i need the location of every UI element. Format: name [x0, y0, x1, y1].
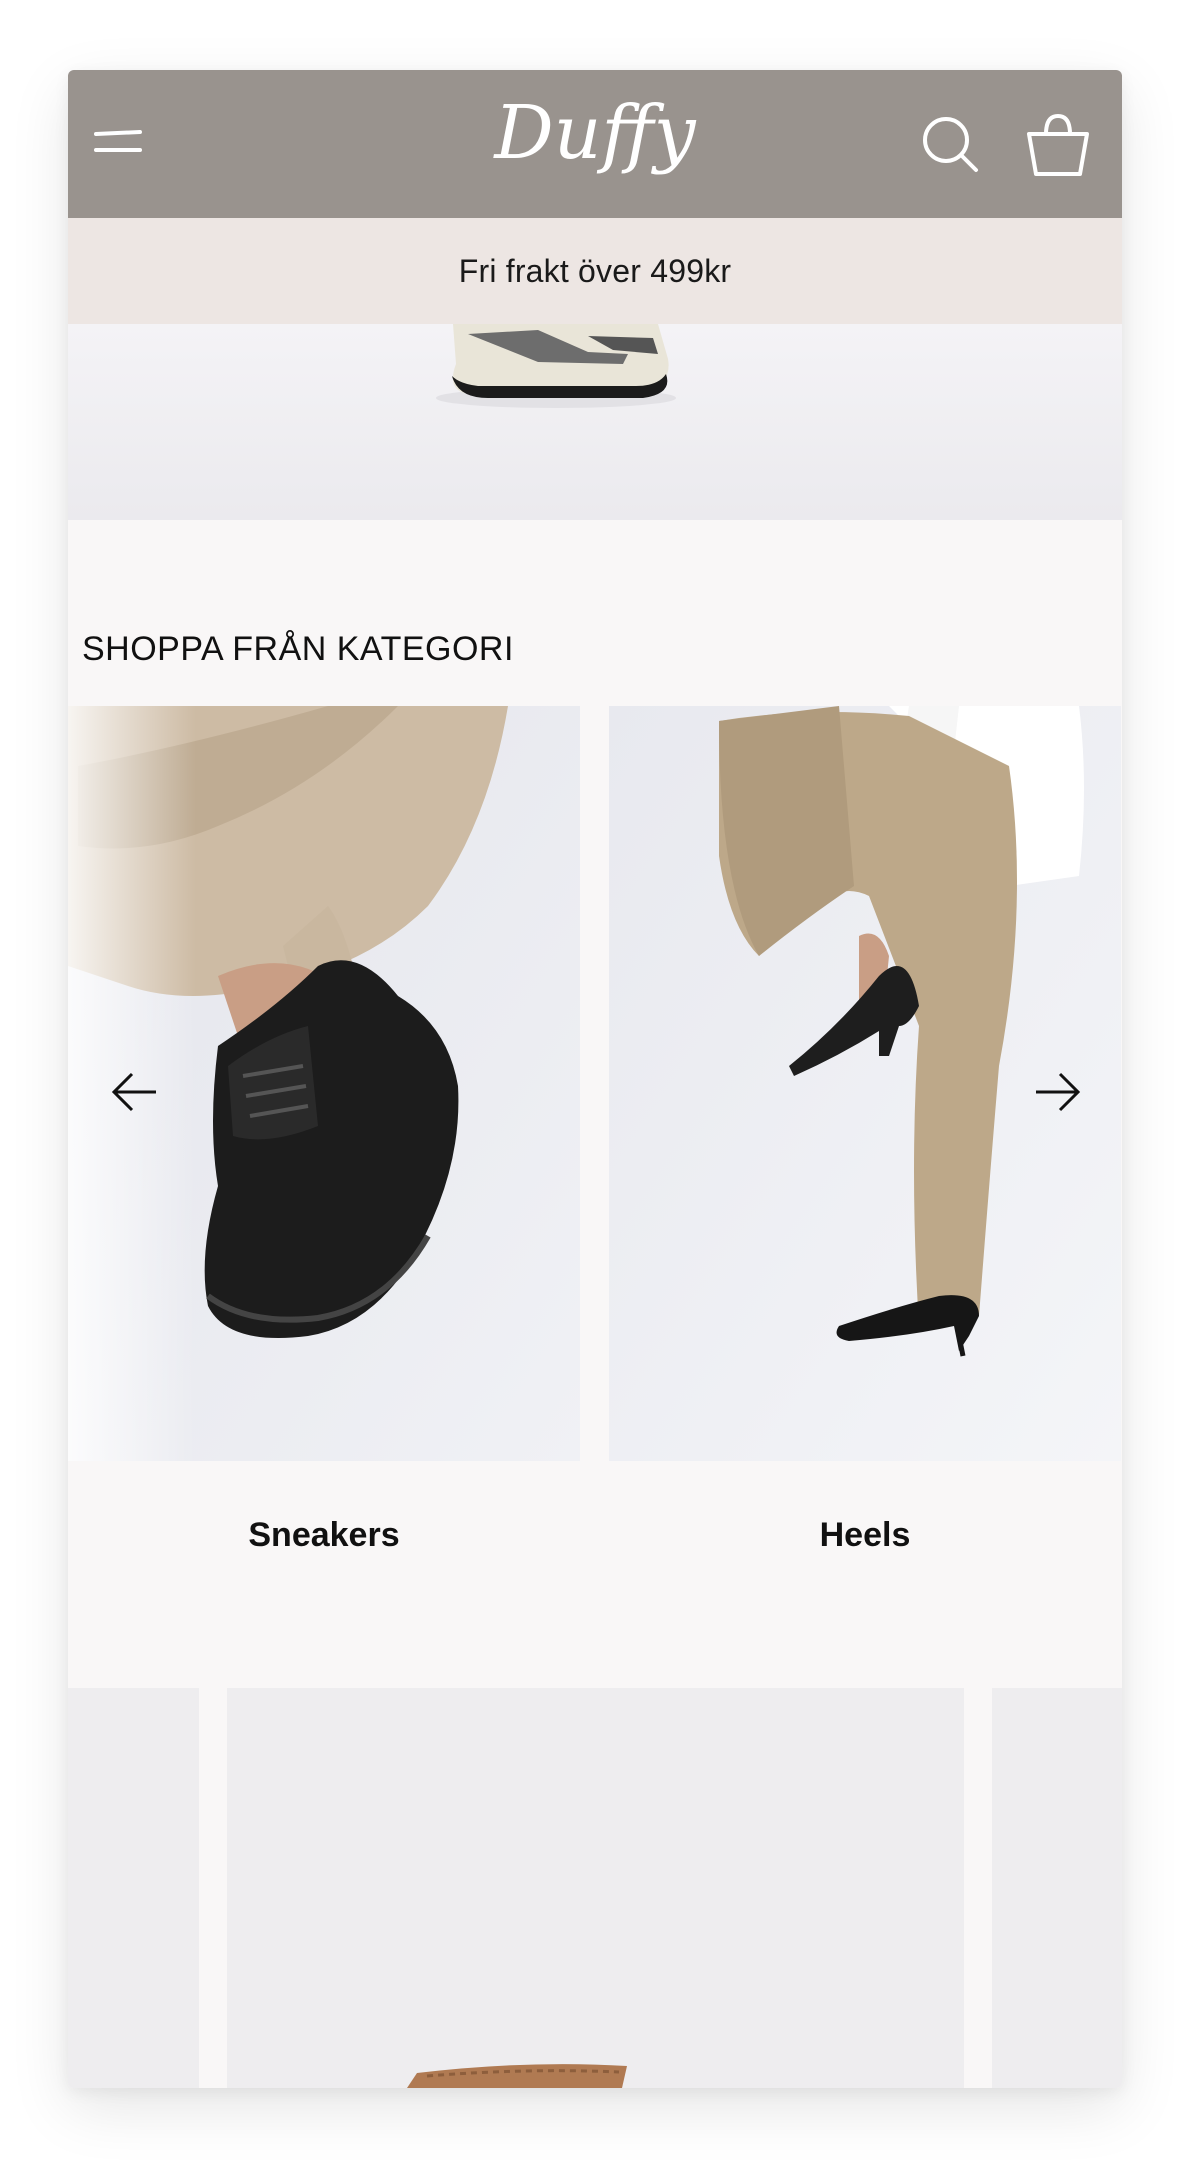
- product-image: [407, 2064, 627, 2088]
- carousel-prev-button[interactable]: [104, 1060, 168, 1124]
- arrow-right-icon: [1036, 1072, 1081, 1112]
- announcement-text: Fri frakt över 499kr: [458, 252, 732, 289]
- cart-button[interactable]: [1023, 110, 1093, 180]
- carousel-next-button[interactable]: [1024, 1060, 1088, 1124]
- menu-icon: [94, 130, 142, 152]
- product-card-partial-right[interactable]: [992, 1688, 1122, 2088]
- search-icon: [923, 117, 978, 172]
- section-title: SHOPPA FRÅN KATEGORI: [82, 630, 514, 668]
- product-card-partial-left[interactable]: [68, 1688, 199, 2088]
- menu-button[interactable]: [90, 120, 146, 168]
- site-header: Duffy: [68, 70, 1122, 218]
- brand-logo[interactable]: Duffy: [445, 80, 745, 190]
- category-label-heels: Heels: [819, 1516, 911, 1554]
- category-card-heels[interactable]: Heels: [609, 706, 1121, 1626]
- shopping-bag-icon: [1027, 113, 1089, 176]
- category-card-sneakers[interactable]: Sneakers: [68, 706, 580, 1626]
- product-card[interactable]: [227, 1688, 964, 2088]
- brand-name: Duffy: [492, 90, 696, 176]
- mobile-page: Duffy Fri frakt över 499kr SHOPPA FRÅN K…: [68, 70, 1122, 2088]
- hero-sneaker-image: [436, 324, 676, 408]
- hero-image[interactable]: [68, 324, 1122, 520]
- category-label-sneakers: Sneakers: [248, 1516, 400, 1554]
- search-button[interactable]: [920, 114, 982, 176]
- announcement-bar: Fri frakt över 499kr: [68, 218, 1122, 324]
- arrow-left-icon: [111, 1072, 156, 1112]
